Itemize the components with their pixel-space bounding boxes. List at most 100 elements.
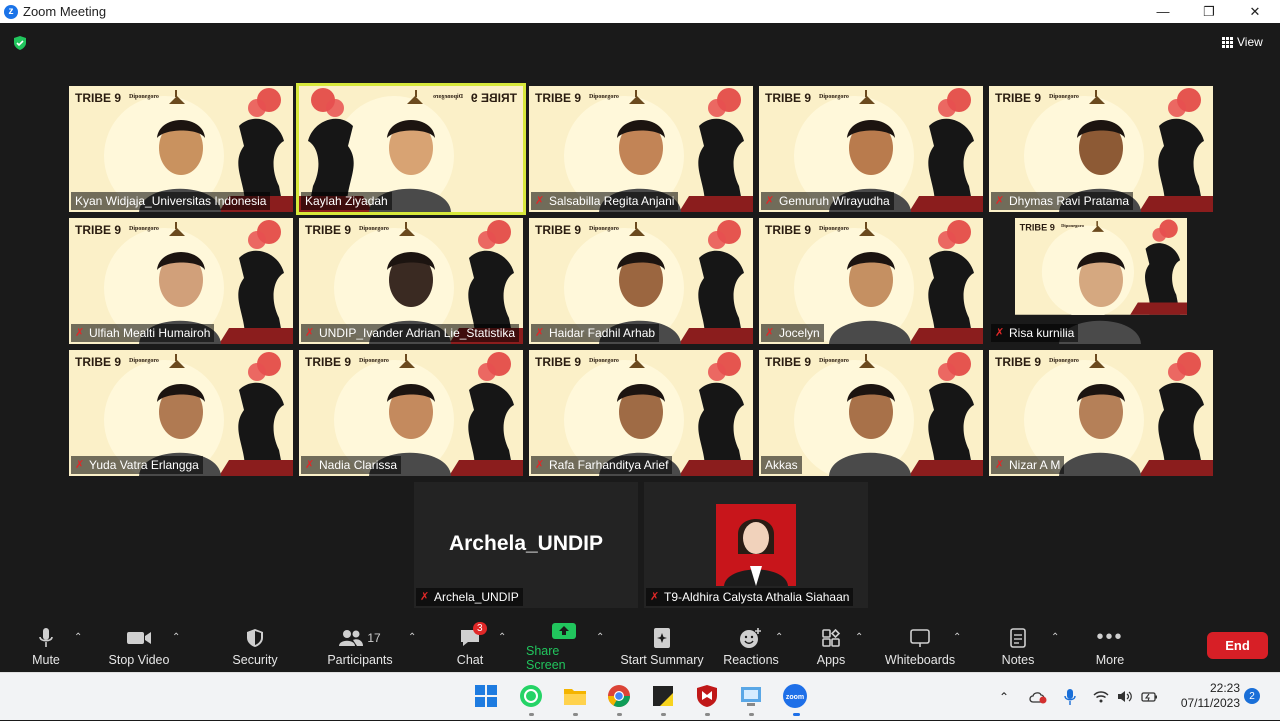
whiteboard-icon — [910, 628, 930, 647]
apps-options-caret[interactable]: ⌃ — [855, 632, 863, 643]
muted-microphone-icon: ✗ — [535, 194, 545, 207]
participant-name-label: ✗ UNDIP_Ivander Adrian Lie_Statistika — [301, 324, 520, 342]
participant-tile[interactable]: TRIBE 9 Diponegoro ✗ Dhymas Ravi Pratama — [989, 86, 1213, 212]
notification-count-badge[interactable]: 2 — [1244, 688, 1260, 704]
participant-name: Kaylah Ziyadah — [305, 194, 388, 208]
muted-microphone-icon: ✗ — [75, 458, 85, 471]
share-options-caret[interactable]: ⌃ — [596, 632, 604, 643]
participant-tile[interactable]: ✗ T9-Aldhira Calysta Athalia Siahaan — [644, 482, 868, 608]
muted-microphone-icon: ✗ — [995, 194, 1005, 207]
participants-options-caret[interactable]: ⌃ — [408, 632, 416, 643]
stop-video-label: Stop Video — [108, 652, 170, 667]
participant-name: Kyan Widjaja_Universitas Indonesia — [75, 194, 267, 208]
participant-tile[interactable]: TRIBE 9 Diponegoro ✗ Rafa Farhanditya Arief — [529, 350, 753, 476]
participant-tile[interactable]: TRIBE 9 Diponegoro ✗ Haidar Fadhil Arhab — [529, 218, 753, 344]
windows-start-icon[interactable] — [473, 683, 499, 709]
participant-tile[interactable]: TRIBE 9 Diponegoro ✗ Salsabilla Regita Anja… — [529, 86, 753, 212]
notes-button[interactable]: Notes — [998, 620, 1038, 672]
microphone-tray-icon[interactable] — [1064, 688, 1076, 706]
participant-tile[interactable]: TRIBE 9 Diponegoro ✗ Risa kurnilia — [989, 218, 1213, 344]
mute-label: Mute — [32, 652, 60, 667]
notes-icon — [1010, 627, 1026, 648]
participant-tile[interactable]: Archela_UNDIP ✗ Archela_UNDIP — [414, 482, 638, 608]
more-button[interactable]: ••• More — [1090, 620, 1130, 672]
participant-tile[interactable]: TRIBE 9 Diponegoro ✗ Nadia Clarissa — [299, 350, 523, 476]
clock-time: 22:23 — [1209, 681, 1240, 695]
whiteboards-button[interactable]: Whiteboards — [881, 620, 959, 672]
video-camera-icon — [127, 631, 151, 644]
security-shield-icon — [247, 628, 263, 647]
restore-button[interactable]: ❐ — [1186, 0, 1232, 23]
participant-tile[interactable]: TRIBE 9 Diponegoro ✗ UNDIP_Ivander Adrian L… — [299, 218, 523, 344]
participant-tile[interactable]: TRIBE 9 Diponegoro Akkas — [759, 350, 983, 476]
mute-button[interactable]: Mute — [28, 620, 64, 672]
apps-button[interactable]: Apps — [812, 620, 850, 672]
muted-microphone-icon: ✗ — [305, 458, 315, 471]
chrome-icon[interactable] — [606, 683, 632, 709]
show-hidden-icons-button[interactable]: ⌃ — [999, 673, 1009, 721]
zoom-app-icon[interactable]: zoom — [782, 683, 808, 709]
participant-tile[interactable]: TRIBE 9 Diponegoro Kaylah Ziyadah — [296, 83, 526, 215]
muted-microphone-icon: ✗ — [995, 458, 1005, 471]
participant-name: Archela_UNDIP — [434, 590, 519, 604]
participant-name-label: ✗ Salsabilla Regita Anjani — [531, 192, 679, 210]
share-screen-button[interactable]: Share Screen — [526, 620, 602, 672]
mcafee-shield-icon[interactable] — [694, 683, 720, 709]
notes-label: Notes — [1001, 652, 1035, 667]
muted-microphone-icon: ✗ — [535, 458, 545, 471]
participant-name-label: ✗ Dhymas Ravi Pratama — [991, 192, 1134, 210]
video-options-caret[interactable]: ⌃ — [172, 632, 180, 643]
close-button[interactable]: ✕ — [1232, 0, 1278, 23]
whatsapp-running-indicator — [529, 713, 534, 716]
speaker-icon[interactable] — [1117, 690, 1133, 703]
view-label: View — [1237, 35, 1263, 49]
participants-count: 17 — [367, 630, 381, 645]
minimize-button[interactable]: — — [1140, 0, 1186, 23]
whatsapp-icon[interactable] — [518, 683, 544, 709]
participant-tile[interactable]: TRIBE 9 Diponegoro ✗ Nizar A M — [989, 350, 1213, 476]
clock-date: 07/11/2023 — [1180, 696, 1240, 710]
view-button[interactable]: View — [1222, 35, 1263, 49]
participant-name: Gemuruh Wirayudha — [779, 194, 890, 208]
participant-name-label: ✗ Rafa Farhanditya Arief — [531, 456, 673, 474]
system-clock[interactable]: 22:23 07/11/2023 — [1168, 681, 1240, 711]
start-summary-button[interactable]: Start Summary — [618, 620, 706, 672]
whiteboards-options-caret[interactable]: ⌃ — [953, 632, 961, 643]
chat-label: Chat — [456, 652, 484, 667]
zoom-logo-icon: z — [4, 4, 18, 19]
cloud-sync-icon[interactable] — [1029, 690, 1047, 704]
title-bar: z Zoom Meeting — ❐ ✕ — [0, 0, 1280, 23]
chat-options-caret[interactable]: ⌃ — [498, 632, 506, 643]
stop-video-button[interactable]: Stop Video — [104, 620, 174, 672]
profile-photo — [716, 504, 796, 586]
control-panel-icon[interactable] — [738, 683, 764, 709]
audio-options-caret[interactable]: ⌃ — [74, 632, 82, 643]
participant-tile[interactable]: TRIBE 9 Diponegoro ✗ Gemuruh Wirayudha — [759, 86, 983, 212]
share-screen-icon — [552, 622, 576, 639]
security-button[interactable]: Security — [226, 620, 284, 672]
participant-tile[interactable]: TRIBE 9 Diponegoro Kyan Widjaja_Universita… — [69, 86, 293, 212]
end-meeting-button[interactable]: End — [1207, 632, 1268, 659]
participant-name: Akkas — [765, 458, 798, 472]
wifi-icon[interactable] — [1093, 690, 1109, 703]
participants-button[interactable]: 17 Participants — [323, 620, 397, 672]
reactions-button[interactable]: Reactions — [722, 620, 780, 672]
reactions-options-caret[interactable]: ⌃ — [775, 632, 783, 643]
participant-name: Nadia Clarissa — [319, 458, 398, 472]
participant-name: Jocelyn — [779, 326, 820, 340]
sticky-notes-icon[interactable] — [650, 683, 676, 709]
participant-tile[interactable]: TRIBE 9 Diponegoro ✗ Ulfiah Mealti Humairoh — [69, 218, 293, 344]
participant-tile[interactable]: TRIBE 9 Diponegoro ✗ Jocelyn — [759, 218, 983, 344]
explorer-running-indicator — [573, 713, 578, 716]
participant-name: UNDIP_Ivander Adrian Lie_Statistika — [319, 326, 516, 340]
reactions-smiley-icon — [740, 627, 761, 648]
battery-charging-icon[interactable] — [1141, 690, 1159, 703]
notes-options-caret[interactable]: ⌃ — [1051, 632, 1059, 643]
microphone-icon — [39, 627, 53, 647]
participant-tile[interactable]: TRIBE 9 Diponegoro ✗ Yuda Vatra Erlangga — [69, 350, 293, 476]
chrome-running-indicator — [617, 713, 622, 716]
file-explorer-icon[interactable] — [562, 683, 588, 709]
encryption-shield-icon[interactable] — [12, 35, 28, 51]
participants-icon — [339, 629, 364, 646]
muted-microphone-icon: ✗ — [650, 590, 660, 603]
